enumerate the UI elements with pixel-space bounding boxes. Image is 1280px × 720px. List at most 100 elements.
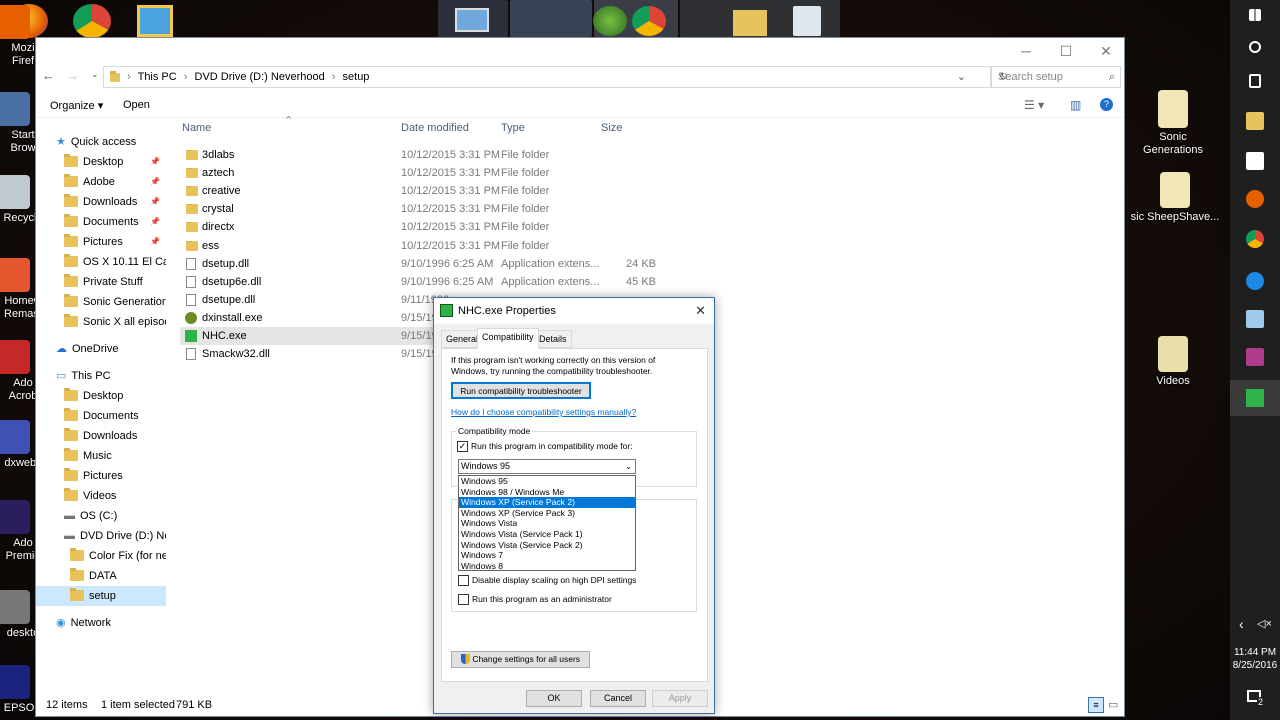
task-view-icon[interactable] [1249, 74, 1261, 88]
details-view-icon[interactable]: ≡ [1088, 697, 1104, 713]
desktop-icon-videos[interactable]: Videos [1140, 336, 1206, 388]
desktop-icon[interactable]: Mozi Firef [0, 5, 38, 68]
nav-item-quick[interactable]: Downloads 📌 [36, 192, 166, 212]
nav-item-pc[interactable]: DATA [36, 566, 166, 586]
file-row[interactable]: creative 10/12/2015 3:31 PM File folder [180, 182, 680, 200]
address-dropdown-icon[interactable]: ⌄ [957, 67, 966, 87]
compatibility-mode-checkbox[interactable]: ✓ [457, 441, 468, 452]
file-row[interactable]: directx 10/12/2015 3:31 PM File folder [180, 218, 680, 236]
nav-network[interactable]: ◉ Network [36, 613, 166, 633]
close-button[interactable]: ✕ [1086, 38, 1126, 64]
nav-item-quick[interactable]: Private Stuff [36, 272, 166, 292]
nav-item-pc[interactable]: ▬ OS (C:) [36, 506, 166, 526]
store-icon[interactable] [1246, 152, 1264, 170]
breadcrumb-this-pc[interactable]: This PC [138, 71, 177, 83]
os-version-option[interactable]: Windows XP (Service Pack 2) [459, 497, 635, 508]
desktop-icon[interactable]: Homew Remast [0, 258, 42, 321]
os-version-option[interactable]: Windows XP (Service Pack 3) [459, 508, 635, 519]
help-icon[interactable]: ? [1100, 98, 1113, 111]
chrome-desktop-icon[interactable] [73, 4, 111, 38]
media-app-taskbar-icon[interactable] [1246, 348, 1264, 366]
edge-icon[interactable] [1246, 272, 1264, 290]
desktop-icon[interactable]: Ado Premie [0, 500, 40, 563]
file-row[interactable]: ess 10/12/2015 3:31 PM File folder [180, 237, 680, 255]
nav-item-quick[interactable]: Documents 📌 [36, 212, 166, 232]
run-troubleshooter-button[interactable]: Run compatibility troubleshooter [451, 382, 591, 399]
os-version-option[interactable]: Windows Vista [459, 518, 635, 529]
organize-menu[interactable]: Organize ▾ [50, 99, 103, 112]
tab-compatibility[interactable]: Compatibility [477, 328, 539, 349]
nav-item-quick[interactable]: Sonic X all episode [36, 312, 166, 332]
apply-button[interactable]: Apply [652, 690, 708, 707]
nav-item-quick[interactable]: Pictures 📌 [36, 232, 166, 252]
desktop-icon-sheepshaver[interactable]: sic SheepShave... [1120, 172, 1230, 224]
active-app-tile[interactable] [1230, 380, 1280, 416]
forward-icon[interactable]: → [66, 68, 79, 83]
dpi-scaling-checkbox[interactable] [458, 575, 469, 586]
column-header-type[interactable]: Type [501, 122, 525, 134]
file-row[interactable]: 3dlabs 10/12/2015 3:31 PM File folder [180, 146, 680, 164]
ok-button[interactable]: OK [526, 690, 582, 707]
breadcrumb-dvd-drive[interactable]: DVD Drive (D:) Neverhood [195, 71, 325, 83]
chrome-taskbar-icon[interactable] [1246, 230, 1264, 248]
volume-muted-icon[interactable]: ◁× [1257, 617, 1272, 630]
app-taskbar-icon[interactable] [1246, 310, 1264, 328]
desktop-icon-sonic-generations[interactable]: Sonic Generations [1140, 90, 1206, 157]
change-settings-all-users-button[interactable]: Change settings for all users [451, 651, 590, 668]
help-link[interactable]: How do I choose compatibility settings m… [451, 407, 636, 418]
nav-item-quick[interactable]: Sonic Generations [36, 292, 166, 312]
search-cortana-icon[interactable] [1249, 41, 1261, 53]
os-version-select[interactable]: Windows 95 ⌄ [458, 459, 636, 474]
preview-pane-icon[interactable]: ▥ [1070, 98, 1081, 112]
nav-item-pc[interactable]: Videos [36, 486, 166, 506]
nav-item-pc[interactable]: ▬ DVD Drive (D:) Nev [36, 526, 166, 546]
nav-item-quick[interactable]: OS X 10.11 El Capita [36, 252, 166, 272]
nav-item-pc[interactable]: Downloads [36, 426, 166, 446]
maximize-button[interactable]: ☐ [1046, 38, 1086, 64]
recent-dropdown-icon[interactable]: ⌄ [91, 69, 99, 80]
os-version-option[interactable]: Windows 8 [459, 561, 635, 572]
app-desktop-icon[interactable] [137, 5, 173, 37]
view-options-icon[interactable]: ☰ ▾ [1024, 98, 1044, 112]
file-row[interactable]: dsetup6e.dll 9/10/1996 6:25 AM Application… [180, 273, 680, 291]
breadcrumb-setup[interactable]: setup [343, 71, 370, 83]
desktop-icon[interactable]: dxwebs [0, 420, 42, 470]
tab-details[interactable]: Details [534, 330, 572, 348]
column-header-size[interactable]: Size [601, 122, 622, 134]
title-bar[interactable]: ─ ☐ ✕ [36, 38, 1124, 64]
nav-item-pc[interactable]: setup [36, 586, 166, 606]
column-header-date[interactable]: Date modified [401, 122, 469, 134]
dialog-title-bar[interactable]: NHC.exe Properties ✕ [434, 298, 714, 324]
address-bar[interactable]: › This PC › DVD Drive (D:) Neverhood › s… [103, 66, 1008, 88]
os-version-option[interactable]: Windows 7 [459, 550, 635, 561]
nav-item-quick[interactable]: Adobe 📌 [36, 172, 166, 192]
desktop-icon[interactable]: deskto [0, 590, 39, 640]
nav-item-pc[interactable]: Desktop [36, 386, 166, 406]
clock[interactable]: 11:44 PM 8/25/2016 [1230, 646, 1280, 672]
taskbar-tile-2[interactable] [510, 0, 592, 37]
desktop-icon[interactable]: Start Brow [0, 92, 38, 155]
desktop-icon[interactable]: EPSON [0, 665, 42, 715]
nav-quick-access[interactable]: ★ Quick access [36, 132, 166, 152]
os-version-option[interactable]: Windows Vista (Service Pack 2) [459, 540, 635, 551]
large-icons-view-icon[interactable]: ▭ [1108, 694, 1118, 716]
desktop-icon[interactable]: Recycle [0, 175, 43, 225]
firefox-taskbar-icon[interactable] [1246, 190, 1264, 208]
cancel-button[interactable]: Cancel [590, 690, 646, 707]
chevron-left-icon[interactable]: ‹ [1239, 616, 1244, 632]
open-button[interactable]: Open [123, 99, 150, 111]
windows-start-icon[interactable] [1249, 9, 1261, 21]
file-explorer-taskbar-icon[interactable] [1246, 112, 1264, 130]
nav-item-pc[interactable]: Documents [36, 406, 166, 426]
back-icon[interactable]: ← [42, 68, 55, 83]
nav-this-pc[interactable]: ▭ This PC [36, 366, 166, 386]
minimize-button[interactable]: ─ [1006, 38, 1046, 64]
run-as-admin-checkbox[interactable] [458, 594, 469, 605]
file-row[interactable]: dsetup.dll 9/10/1996 6:25 AM Application e… [180, 255, 680, 273]
os-version-option[interactable]: Windows Vista (Service Pack 1) [459, 529, 635, 540]
os-version-option[interactable]: Windows 98 / Windows Me [459, 487, 635, 498]
file-row[interactable]: aztech 10/12/2015 3:31 PM File folder [180, 164, 680, 182]
nav-onedrive[interactable]: ☁ OneDrive [36, 339, 166, 359]
nav-item-pc[interactable]: Color Fix (for newe [36, 546, 166, 566]
desktop-icon[interactable]: Ado Acrob [0, 340, 38, 403]
